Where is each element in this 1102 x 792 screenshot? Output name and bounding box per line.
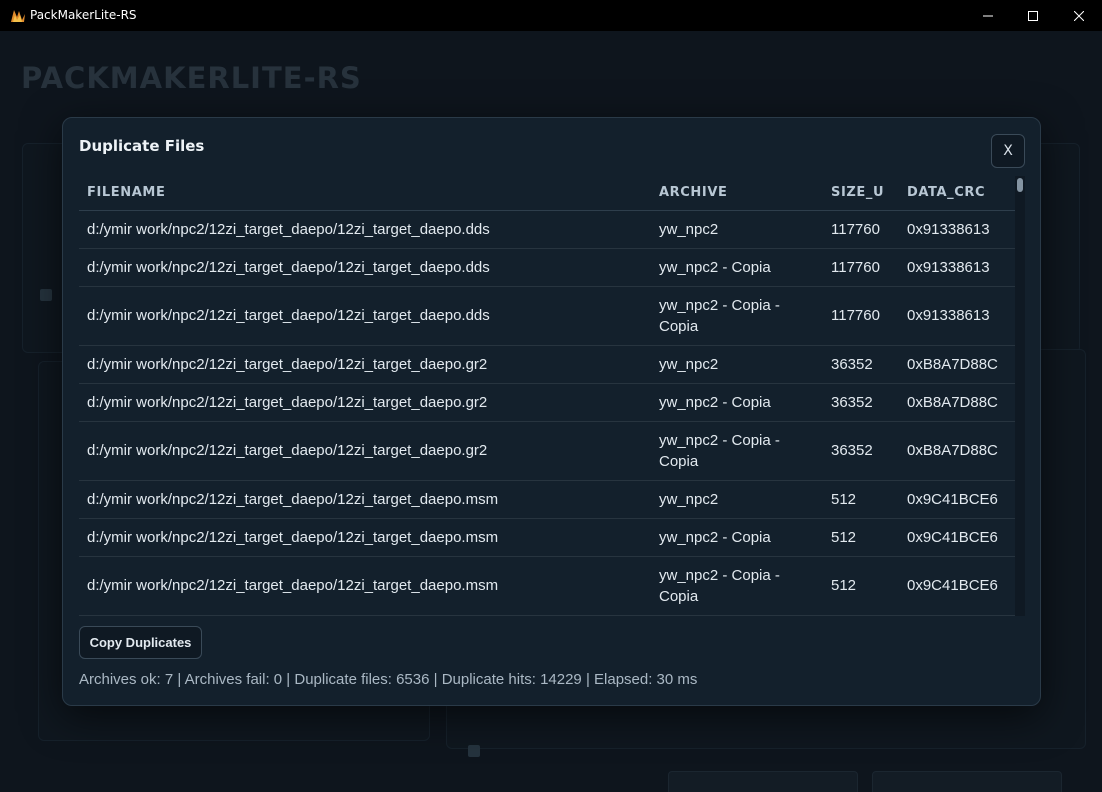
- minimize-button[interactable]: [965, 0, 1011, 31]
- cell-data-crc: 0x91338613: [899, 210, 1015, 249]
- window-titlebar: PackMakerLite-RS: [0, 0, 1102, 31]
- table-row[interactable]: d:/ymir work/npc2/12zi_target_daepo/12zi…: [79, 480, 1015, 519]
- cell-filename: d:/ymir work/npc2/12zi_target_daepo/12zi…: [79, 286, 651, 346]
- cell-archive: yw_npc2 - Copia - Copia: [651, 556, 823, 616]
- table-row[interactable]: d:/ymir work/npc2/12zi_target_daepo/12zi…: [79, 286, 1015, 346]
- minimize-icon: [983, 15, 993, 16]
- cell-filename: d:/ymir work/npc2/12zi_target_daepo/12zi…: [79, 518, 651, 557]
- cell-data-crc: 0x9C41BCE6: [899, 556, 1015, 616]
- table-scrollbar[interactable]: [1015, 176, 1025, 616]
- column-header-data-crc[interactable]: DATA_CRC: [899, 176, 1015, 211]
- status-summary: Archives ok: 7 | Archives fail: 0 | Dupl…: [79, 671, 698, 688]
- cell-data-crc: 0x91338613: [899, 248, 1015, 287]
- cell-size-u: 117760: [823, 210, 899, 249]
- dialog-title: Duplicate Files: [79, 137, 205, 155]
- cell-archive: yw_npc2 - Copia: [651, 248, 823, 287]
- cell-filename: d:/ymir work/npc2/12zi_target_daepo/12zi…: [79, 345, 651, 384]
- cell-data-crc: 0x91338613: [899, 286, 1015, 346]
- column-header-archive[interactable]: ARCHIVE: [651, 176, 823, 211]
- table-row[interactable]: d:/ymir work/npc2/12zi_target_daepo/12zi…: [79, 518, 1015, 557]
- app-heading: PACKMAKERLITE-RS: [21, 61, 362, 95]
- table-row[interactable]: d:/ymir work/npc2/12zi_target_daepo/12zi…: [79, 556, 1015, 616]
- scrollbar-thumb[interactable]: [1017, 178, 1023, 192]
- cell-archive: yw_npc2 - Copia - Copia: [651, 421, 823, 481]
- cell-archive: yw_npc2: [651, 210, 823, 249]
- table-row[interactable]: d:/ymir work/npc2/12zi_target_daepo/12zi…: [79, 345, 1015, 384]
- cell-filename: d:/ymir work/npc2/12zi_target_daepo/12zi…: [79, 383, 651, 422]
- close-icon: [1074, 10, 1084, 21]
- cell-data-crc: 0xB8A7D88C: [899, 345, 1015, 384]
- cell-data-crc: 0x9C41BCE6: [899, 518, 1015, 557]
- cell-filename: d:/ymir work/npc2/12zi_target_daepo/12zi…: [79, 248, 651, 287]
- table-row[interactable]: d:/ymir work/npc2/12zi_target_daepo/12zi…: [79, 383, 1015, 422]
- cell-size-u: 512: [823, 556, 899, 616]
- cell-size-u: 512: [823, 480, 899, 519]
- cell-archive: yw_npc2: [651, 480, 823, 519]
- cell-archive: yw_npc2: [651, 345, 823, 384]
- cell-data-crc: 0xB8A7D88C: [899, 421, 1015, 481]
- close-window-button[interactable]: [1056, 0, 1102, 31]
- cell-size-u: 117760: [823, 286, 899, 346]
- background-field: [872, 771, 1062, 792]
- duplicates-table-container[interactable]: FILENAME ARCHIVE SIZE_U DATA_CRC d:/ymir…: [79, 176, 1015, 616]
- background-field: [668, 771, 858, 792]
- table-header-row: FILENAME ARCHIVE SIZE_U DATA_CRC: [79, 176, 1015, 211]
- cell-archive: yw_npc2 - Copia - Copia: [651, 286, 823, 346]
- cell-size-u: 117760: [823, 248, 899, 287]
- column-header-size-u[interactable]: SIZE_U: [823, 176, 899, 211]
- duplicate-files-dialog: Duplicate Files X FILENAME ARCHIVE SIZE_…: [62, 117, 1041, 706]
- cell-archive: yw_npc2 - Copia: [651, 518, 823, 557]
- cell-size-u: 36352: [823, 421, 899, 481]
- column-header-filename[interactable]: FILENAME: [79, 176, 651, 211]
- maximize-button[interactable]: [1010, 0, 1056, 31]
- table-row[interactable]: d:/ymir work/npc2/12zi_target_daepo/12zi…: [79, 421, 1015, 481]
- cell-data-crc: 0x9C41BCE6: [899, 480, 1015, 519]
- cell-filename: d:/ymir work/npc2/12zi_target_daepo/12zi…: [79, 556, 651, 616]
- app-logo-icon: [11, 10, 25, 22]
- background-checkbox: [40, 289, 52, 301]
- cell-size-u: 36352: [823, 383, 899, 422]
- close-dialog-button[interactable]: X: [991, 134, 1025, 168]
- cell-filename: d:/ymir work/npc2/12zi_target_daepo/12zi…: [79, 421, 651, 481]
- maximize-icon: [1028, 10, 1038, 21]
- copy-duplicates-button[interactable]: Copy Duplicates: [79, 626, 202, 659]
- cell-archive: yw_npc2 - Copia: [651, 383, 823, 422]
- cell-data-crc: 0xB8A7D88C: [899, 383, 1015, 422]
- window-title: PackMakerLite-RS: [30, 8, 137, 22]
- background-checkbox: [468, 745, 480, 757]
- cell-size-u: 512: [823, 518, 899, 557]
- table-row[interactable]: d:/ymir work/npc2/12zi_target_daepo/12zi…: [79, 210, 1015, 249]
- table-row[interactable]: d:/ymir work/npc2/12zi_target_daepo/12zi…: [79, 248, 1015, 287]
- cell-size-u: 36352: [823, 345, 899, 384]
- cell-filename: d:/ymir work/npc2/12zi_target_daepo/12zi…: [79, 480, 651, 519]
- duplicates-table: FILENAME ARCHIVE SIZE_U DATA_CRC d:/ymir…: [79, 176, 1015, 616]
- cell-filename: d:/ymir work/npc2/12zi_target_daepo/12zi…: [79, 210, 651, 249]
